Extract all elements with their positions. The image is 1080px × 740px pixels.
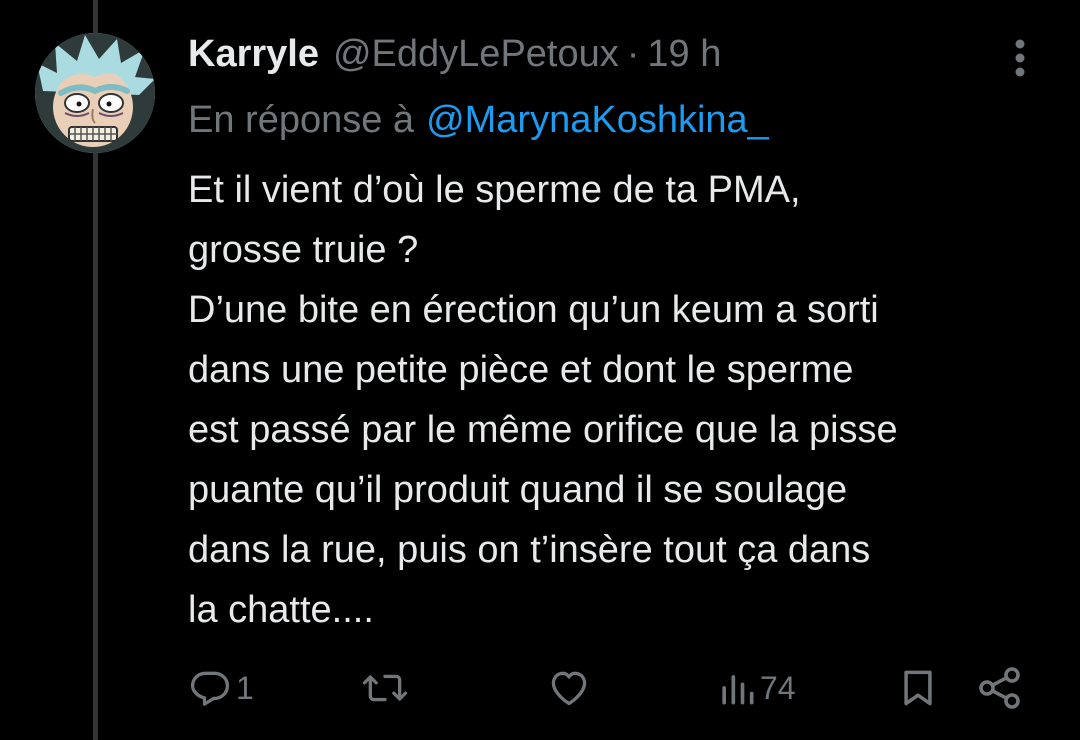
reply-to-handle-link[interactable]: @MarynaKoshkina_ <box>426 99 769 142</box>
tweet-text: Et il vient d’où le sperme de ta PMA, gr… <box>188 160 1058 640</box>
reply-icon <box>190 671 230 706</box>
tweet-text-line: puante qu’il produit quand il se soulage <box>188 469 848 511</box>
retweet-icon <box>362 674 408 702</box>
heart-icon <box>551 671 587 706</box>
views-icon <box>722 675 754 705</box>
tweet-text-line: dans une petite pièce et dont le sperme <box>188 349 854 391</box>
reply-prefix: En réponse à <box>188 98 415 141</box>
tweet-text-line: est passé par le même orifice que la pis… <box>188 409 898 451</box>
avatar-image <box>35 33 155 153</box>
tweet-text-line: D’une bite en érection qu’un keum a sort… <box>188 289 879 331</box>
reply-button[interactable]: 1 <box>188 660 254 716</box>
reply-count: 1 <box>236 669 254 706</box>
like-button[interactable] <box>547 660 595 716</box>
user-handle[interactable]: @EddyLePetoux <box>333 33 619 76</box>
reply-context: En réponse à @MarynaKoshkina_ <box>188 92 769 148</box>
tweet-text-line: la chatte.... <box>188 589 374 631</box>
more-vertical-icon <box>1015 39 1025 77</box>
action-bar: 1 74 <box>0 660 1080 716</box>
views-button[interactable]: 74 <box>718 660 796 716</box>
tweet-text-line: grosse truie ? <box>188 229 419 271</box>
retweet-button[interactable] <box>360 660 414 716</box>
tweet-text-line: dans la rue, puis on t’insère tout ça da… <box>188 529 871 571</box>
bookmark-icon <box>904 670 932 706</box>
bookmark-button[interactable] <box>896 660 940 716</box>
share-button[interactable] <box>976 660 1024 716</box>
timestamp[interactable]: 19 h <box>647 33 721 76</box>
separator-dot: · <box>626 32 640 75</box>
views-count: 74 <box>760 669 796 706</box>
tweet-text-line: Et il vient d’où le sperme de ta PMA, <box>188 169 801 211</box>
avatar[interactable] <box>35 33 155 153</box>
tweet-header: Karryle @EddyLePetoux · 19 h <box>188 26 721 82</box>
share-icon <box>979 667 1020 709</box>
more-options-button[interactable] <box>1004 36 1036 80</box>
display-name[interactable]: Karryle <box>188 33 319 76</box>
